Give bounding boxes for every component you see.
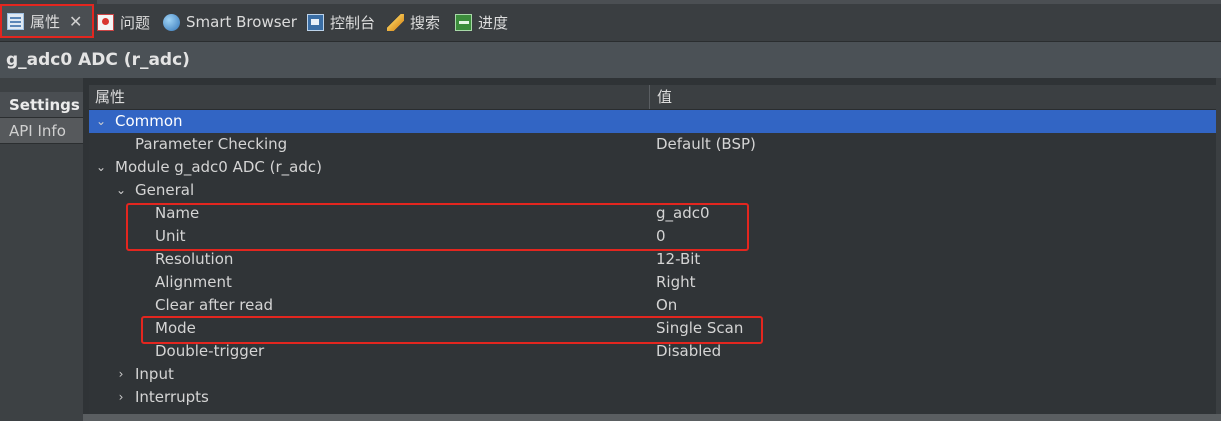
tree-row-label: Module g_adc0 ADC (r_adc): [115, 158, 322, 176]
property-tree: 属性 值 ⌄ Common Parameter Checking Default…: [89, 85, 1221, 415]
tree-row-general[interactable]: ⌄ General: [89, 179, 1221, 202]
tab-console[interactable]: 控制台: [307, 8, 375, 36]
tree-row-label: General: [135, 181, 195, 199]
tree-row-interrupts[interactable]: › Interrupts: [89, 386, 1221, 409]
tree-row-value[interactable]: g_adc0: [656, 202, 710, 225]
chevron-down-icon[interactable]: ⌄: [95, 110, 107, 133]
view-tab-bar: 属性 ✕ 问题 Smart Browser 控制台 搜索 进度: [0, 0, 1221, 42]
tree-row-label: Alignment: [155, 273, 232, 291]
chevron-right-icon[interactable]: ›: [115, 363, 127, 386]
tab-progress-label: 进度: [478, 13, 509, 32]
tree-header: 属性 值: [89, 85, 1221, 110]
tab-properties[interactable]: 属性 ✕: [0, 4, 94, 38]
tree-row-common[interactable]: ⌄ Common: [89, 110, 1221, 133]
console-icon: [307, 13, 324, 31]
tab-problems[interactable]: 问题: [97, 8, 150, 36]
tab-console-label: 控制台: [330, 13, 376, 32]
chevron-down-icon[interactable]: ⌄: [95, 156, 107, 179]
tree-row-label: Double-trigger: [155, 342, 265, 360]
tree-row-module[interactable]: ⌄ Module g_adc0 ADC (r_adc): [89, 156, 1221, 179]
properties-icon: [7, 12, 24, 30]
tree-row-label: Interrupts: [135, 388, 209, 406]
tree-row-mode[interactable]: Mode Single Scan: [89, 317, 1221, 340]
tree-row-label: Input: [135, 365, 174, 383]
side-tab-api-info[interactable]: API Info: [0, 118, 83, 144]
tree-row-alignment[interactable]: Alignment Right: [89, 271, 1221, 294]
tab-bar-divider: [97, 0, 1221, 4]
horizontal-scrollbar[interactable]: [83, 414, 1221, 421]
tab-properties-label: 属性: [30, 12, 61, 31]
tree-row-clear-after-read[interactable]: Clear after read On: [89, 294, 1221, 317]
tree-row-value[interactable]: 0: [656, 225, 666, 248]
tree-row-value[interactable]: Right: [656, 271, 696, 294]
tree-row-value[interactable]: Single Scan: [656, 317, 743, 340]
tree-row-label: Common: [115, 112, 183, 130]
page-title-bar: g_adc0 ADC (r_adc): [0, 42, 1221, 78]
tree-row-resolution[interactable]: Resolution 12-Bit: [89, 248, 1221, 271]
close-icon[interactable]: ✕: [69, 12, 82, 31]
column-header-property[interactable]: 属性: [89, 85, 650, 109]
side-tab-settings[interactable]: Settings: [0, 92, 83, 118]
tab-progress[interactable]: 进度: [455, 8, 508, 36]
column-header-value[interactable]: 值: [651, 85, 1221, 109]
properties-view: 属性 ✕ 问题 Smart Browser 控制台 搜索 进度 g_adc0 A…: [0, 0, 1221, 421]
search-icon: [387, 13, 404, 31]
tree-row-label: Unit: [155, 227, 186, 245]
tree-row-value[interactable]: 12-Bit: [656, 248, 700, 271]
tab-search[interactable]: 搜索: [387, 8, 440, 36]
problems-icon: [97, 13, 114, 31]
tab-problems-label: 问题: [120, 13, 151, 32]
tree-row-label: Resolution: [155, 250, 234, 268]
tree-row-label: Clear after read: [155, 296, 274, 314]
tree-row-input[interactable]: › Input: [89, 363, 1221, 386]
tree-row-value[interactable]: Disabled: [656, 340, 721, 363]
tree-row-double-trigger[interactable]: Double-trigger Disabled: [89, 340, 1221, 363]
chevron-right-icon[interactable]: ›: [115, 386, 127, 409]
vertical-scrollbar[interactable]: [1216, 78, 1221, 414]
tree-row-parameter-checking[interactable]: Parameter Checking Default (BSP): [89, 133, 1221, 156]
tab-smart-browser[interactable]: Smart Browser: [163, 8, 297, 36]
smart-browser-icon: [163, 13, 180, 31]
tree-row-unit[interactable]: Unit 0: [89, 225, 1221, 248]
progress-icon: [455, 13, 472, 31]
page-title: g_adc0 ADC (r_adc): [6, 50, 190, 70]
tab-search-label: 搜索: [410, 13, 441, 32]
tree-row-label: Mode: [155, 319, 196, 337]
chevron-down-icon[interactable]: ⌄: [115, 179, 127, 202]
tree-row-value[interactable]: Default (BSP): [656, 133, 756, 156]
tree-row-label: Name: [155, 204, 200, 222]
side-tabs: Settings API Info: [0, 78, 83, 421]
tree-row-name[interactable]: Name g_adc0: [89, 202, 1221, 225]
tree-row-label: Parameter Checking: [135, 135, 288, 153]
tree-row-value[interactable]: On: [656, 294, 677, 317]
tab-smart-browser-label: Smart Browser: [186, 13, 297, 31]
